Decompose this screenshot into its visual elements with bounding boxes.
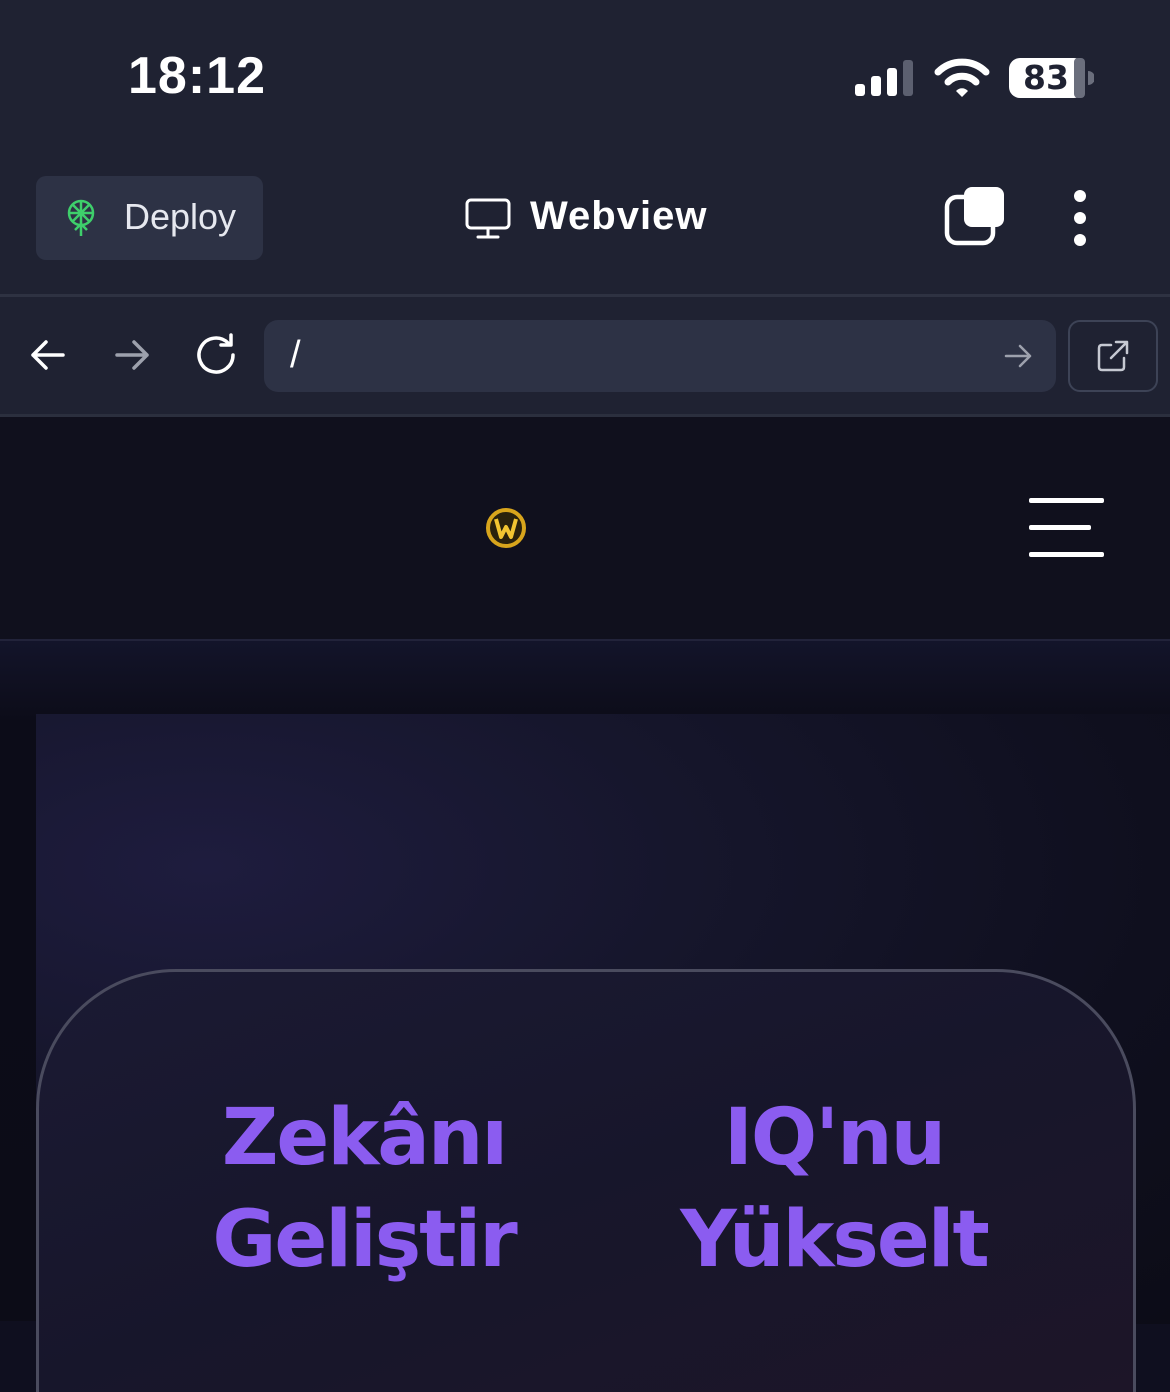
cellular-signal-icon [855, 60, 913, 96]
hero-headline-right: IQ'nu Yükselt [680, 1093, 990, 1285]
go-arrow-icon[interactable] [1004, 342, 1032, 370]
top-bar: Deploy Webview [0, 150, 1170, 294]
forward-arrow-icon[interactable] [114, 337, 150, 373]
deploy-button[interactable]: Deploy [36, 176, 263, 260]
hero-card: Zekânı Geliştir IQ'nu Yükselt [36, 969, 1136, 1392]
deploy-antenna-icon [67, 199, 95, 236]
url-input[interactable]: / [264, 320, 1056, 392]
wifi-icon [934, 58, 990, 97]
status-bar: 18:12 83 [0, 0, 1170, 150]
page-title: Webview [530, 194, 708, 238]
deploy-label: Deploy [124, 196, 237, 237]
status-time: 18:12 [128, 47, 266, 105]
hamburger-menu-icon[interactable] [1029, 497, 1105, 559]
hero-panel: Zekânı Geliştir IQ'nu Yükselt [36, 714, 1170, 1392]
navigation-bar: / [0, 297, 1170, 414]
reload-icon[interactable] [194, 333, 240, 377]
hero-section: Zekânı Geliştir IQ'nu Yükselt [0, 641, 1170, 1392]
url-text: / [290, 334, 301, 376]
open-external-icon [1097, 340, 1129, 372]
battery-level: 83 [1023, 58, 1069, 97]
open-external-button[interactable] [1068, 320, 1158, 392]
monitor-icon [465, 198, 511, 239]
hero-headline-left: Zekânı Geliştir [212, 1093, 517, 1285]
back-arrow-icon[interactable] [30, 337, 66, 373]
tabs-icon[interactable] [942, 186, 1006, 250]
brand-logo-icon[interactable] [485, 507, 527, 549]
site-header [0, 417, 1170, 639]
more-vertical-icon[interactable] [1068, 190, 1092, 250]
